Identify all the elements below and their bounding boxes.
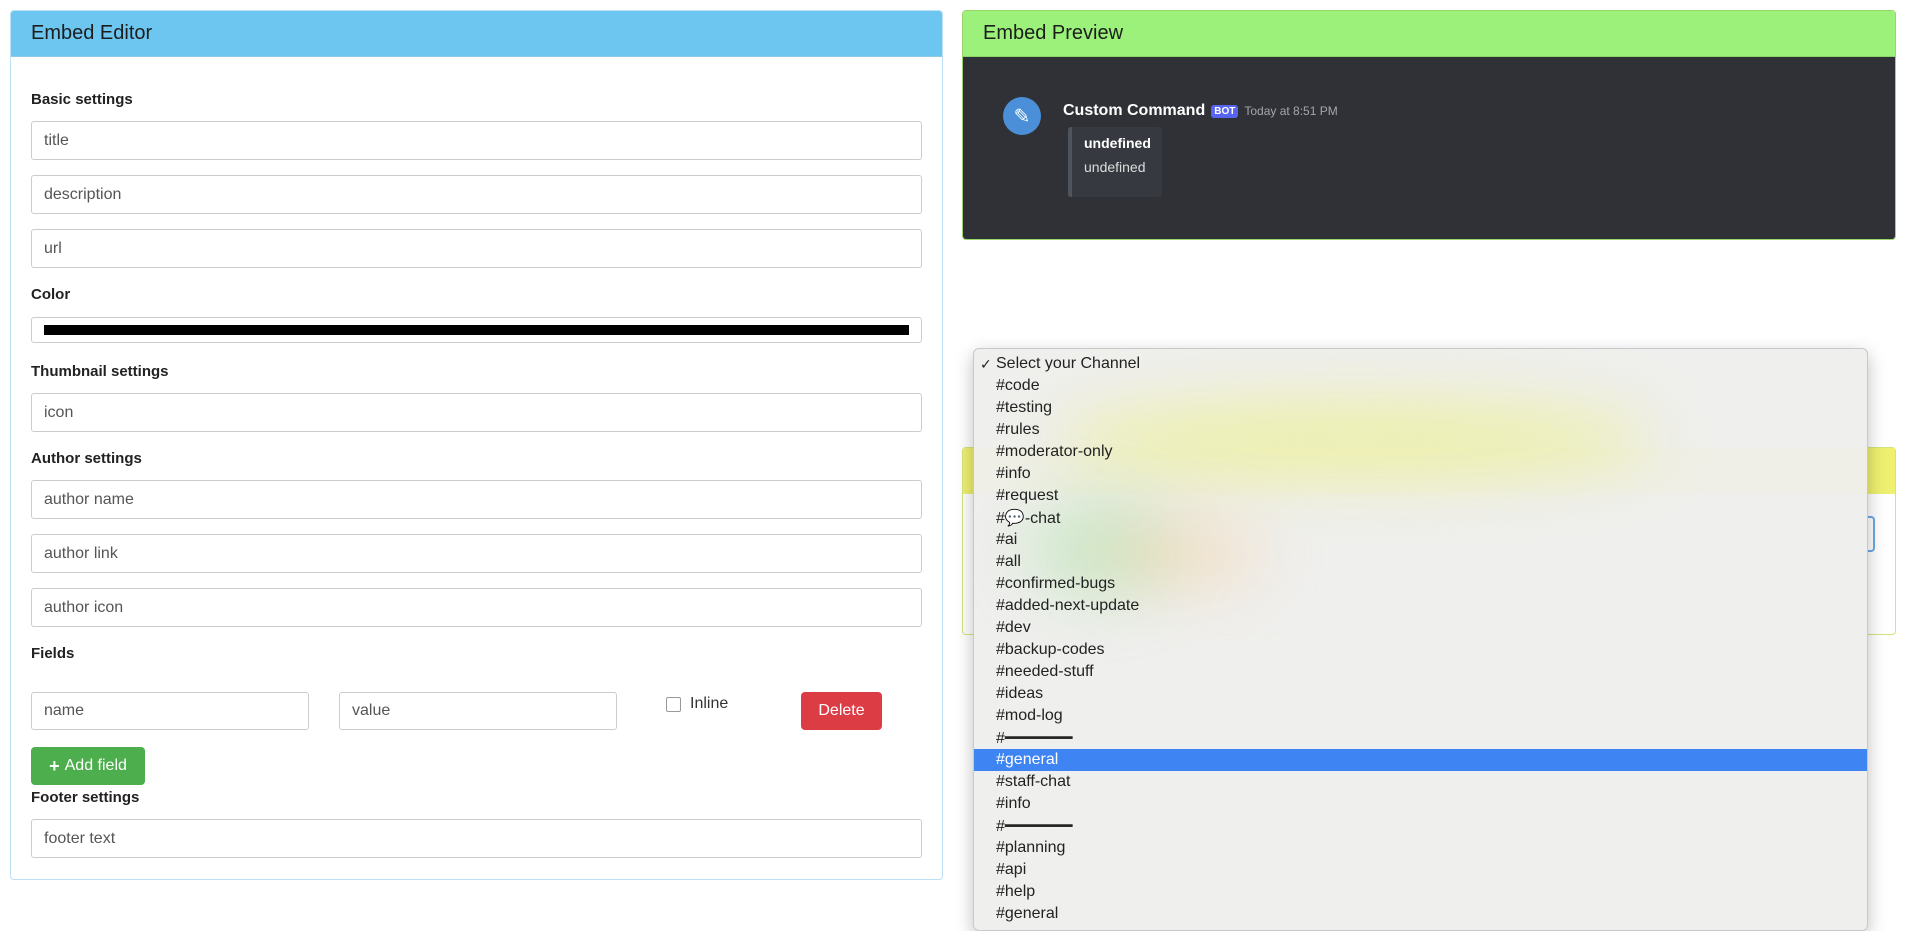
channel-option[interactable]: #added-next-update [974, 595, 1867, 617]
inline-label: Inline [690, 695, 729, 712]
field-value-input[interactable]: value [339, 692, 617, 730]
channel-option-label: #moderator-only [996, 443, 1113, 460]
channel-option-label: #dev [996, 619, 1031, 636]
channel-option[interactable]: #staff-chat [974, 771, 1867, 793]
message-header: Custom Command BOT Today at 8:51 PM [1063, 102, 1338, 120]
add-field-label: Add field [64, 757, 127, 774]
channel-option-label: #backup-codes [996, 641, 1105, 658]
channel-option[interactable]: #general [974, 903, 1867, 925]
footer-text-input[interactable]: footer text [31, 819, 922, 858]
channel-option[interactable]: #general [974, 749, 1867, 771]
channel-option-label: #added-next-update [996, 597, 1140, 614]
color-label: Color [31, 286, 71, 303]
channel-option-label: #ideas [996, 685, 1044, 702]
channel-option[interactable]: #dev [974, 617, 1867, 639]
embed-preview-panel: Embed Preview ✎ Custom Command BOT Today… [962, 10, 1896, 240]
channel-dropdown[interactable]: ✓ Select your Channel #code #testing #rules #… [973, 348, 1868, 931]
author-name-input[interactable]: author name [31, 480, 922, 519]
channel-option-label: #all [996, 553, 1021, 570]
color-picker[interactable] [31, 317, 922, 343]
channel-option-label: #request [996, 487, 1059, 504]
channel-option[interactable]: #mod-log [974, 705, 1867, 727]
channel-option[interactable]: #planning [974, 837, 1867, 859]
channel-option-label: #planning [996, 839, 1066, 856]
title-input[interactable]: title [31, 121, 922, 160]
channel-option[interactable]: #💬-chat [974, 507, 1867, 529]
channel-option-label: #help [996, 883, 1036, 900]
channel-option-label: #general [996, 905, 1059, 922]
channel-option-label: #api [996, 861, 1027, 878]
channel-option-label: #staff-chat [996, 773, 1071, 790]
message-timestamp: Today at 8:51 PM [1244, 104, 1338, 118]
channel-option[interactable]: #ai [974, 529, 1867, 551]
channel-option-label: Select your Channel [996, 355, 1141, 372]
channel-option[interactable]: #testing [974, 397, 1867, 419]
embed-title: undefined [1084, 135, 1151, 151]
fields-label: Fields [31, 645, 75, 662]
bot-tag-badge: BOT [1211, 104, 1239, 118]
delete-field-button[interactable]: Delete [801, 692, 882, 730]
channel-option[interactable]: #confirmed-bugs [974, 573, 1867, 595]
channel-option[interactable]: #━━━━━━━ [974, 815, 1867, 837]
channel-option[interactable]: #━━━━━━━ [974, 727, 1867, 749]
channel-option[interactable]: #needed-stuff [974, 661, 1867, 683]
channel-option[interactable]: #all [974, 551, 1867, 573]
channel-option-label: #info [996, 465, 1031, 482]
channel-option[interactable]: #info [974, 463, 1867, 485]
channel-option-label: #mod-log [996, 707, 1063, 724]
channel-option[interactable]: #info [974, 793, 1867, 815]
channel-option[interactable]: #help [974, 881, 1867, 903]
add-field-button[interactable]: + Add field [31, 747, 145, 785]
channel-option[interactable]: #moderator-only [974, 441, 1867, 463]
channel-option-label: #rules [996, 421, 1040, 438]
color-swatch [44, 325, 909, 335]
thumbnail-icon-input[interactable]: icon [31, 393, 922, 432]
channel-option[interactable]: #rules [974, 419, 1867, 441]
editor-title: Embed Editor [31, 22, 153, 44]
embed-card: undefined undefined [1068, 127, 1162, 197]
channel-option-label: #━━━━━━━ [996, 818, 1073, 835]
channel-option-label: #confirmed-bugs [996, 575, 1116, 592]
channel-option-label: #general [996, 751, 1059, 768]
description-input[interactable]: description [31, 175, 922, 214]
channel-option-label: #💬-chat [996, 510, 1061, 527]
channel-option[interactable]: #backup-codes [974, 639, 1867, 661]
preview-title: Embed Preview [983, 22, 1124, 44]
preview-header: Embed Preview [963, 11, 1895, 57]
channel-option[interactable]: #ideas [974, 683, 1867, 705]
channel-option-label: #code [996, 377, 1040, 394]
plus-icon: + [49, 755, 60, 776]
checkmark-icon: ✓ [980, 355, 992, 372]
url-input[interactable]: url [31, 229, 922, 268]
discord-message-area: ✎ Custom Command BOT Today at 8:51 PM un… [963, 57, 1895, 239]
author-icon-input[interactable]: author icon [31, 588, 922, 627]
basic-settings-label: Basic settings [31, 91, 133, 108]
channel-option-label: #testing [996, 399, 1053, 416]
author-link-input[interactable]: author link [31, 534, 922, 573]
author-settings-label: Author settings [31, 450, 142, 467]
channel-option-label: #needed-stuff [996, 663, 1094, 680]
bot-avatar-icon: ✎ [1003, 97, 1041, 135]
footer-settings-label: Footer settings [31, 789, 140, 806]
bot-username: Custom Command [1063, 102, 1206, 119]
field-name-input[interactable]: name [31, 692, 309, 730]
checkbox-box[interactable] [666, 696, 681, 712]
channel-option[interactable]: #api [974, 859, 1867, 881]
channel-option[interactable]: #request [974, 485, 1867, 507]
inline-checkbox[interactable]: Inline [666, 695, 728, 713]
channel-option[interactable]: ✓ Select your Channel [974, 353, 1867, 375]
editor-header: Embed Editor [11, 11, 942, 57]
channel-option-label: #info [996, 795, 1031, 812]
embed-editor-panel: Embed Editor Basic settings title descri… [10, 10, 943, 880]
channel-option[interactable]: #code [974, 375, 1867, 397]
channel-option-label: #━━━━━━━ [996, 730, 1073, 747]
channel-option-label: #ai [996, 531, 1018, 548]
thumbnail-settings-label: Thumbnail settings [31, 363, 169, 380]
embed-description: undefined [1084, 159, 1146, 175]
